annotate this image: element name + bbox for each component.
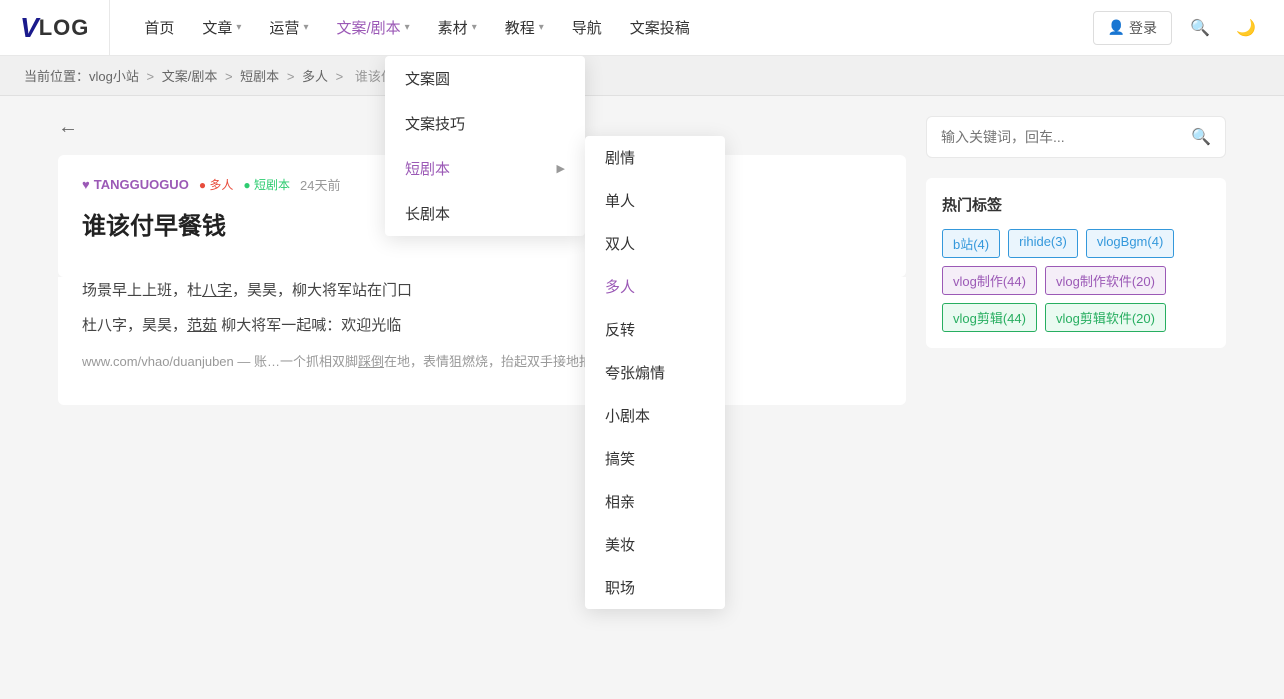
- breadcrumb-short-script[interactable]: 短剧本: [240, 69, 279, 84]
- hot-tags-title: 热门标签: [942, 194, 1210, 215]
- breadcrumb-multi[interactable]: 多人: [302, 69, 328, 84]
- tag-vlogmake-soft[interactable]: vlog制作软件(20): [1045, 266, 1166, 295]
- article-body: 场景早上上班，杜八字，昊昊，柳大将军站在门口 杜八字，昊昊，范茹 柳大将军一起喊…: [58, 277, 906, 405]
- article-para-2: 杜八字，昊昊，范茹 柳大将军一起喊：欢迎光临: [82, 312, 882, 341]
- search-box: 🔍: [926, 116, 1226, 158]
- nav-material[interactable]: 素材 ▾: [424, 0, 491, 55]
- main-nav: 首页 文章 ▾ 运营 ▾ 文案/剧本 ▾ 素材 ▾ 教程 ▾ 导航 文案投稿: [130, 0, 1092, 55]
- sub-item-funny[interactable]: 搞笑: [585, 437, 725, 480]
- sub-item-double[interactable]: 双人: [585, 222, 725, 265]
- tag-rihide[interactable]: rihide(3): [1008, 229, 1078, 258]
- nav-tutorial[interactable]: 教程 ▾: [491, 0, 558, 55]
- back-arrow-icon: ←: [58, 116, 78, 139]
- logo[interactable]: V LOG: [20, 0, 110, 55]
- header: V LOG 首页 文章 ▾ 运营 ▾ 文案/剧本 ▾ 素材 ▾ 教程 ▾ 导航: [0, 0, 1284, 56]
- tag-vlogbgm[interactable]: vlogBgm(4): [1086, 229, 1174, 258]
- hot-tags-card: 热门标签 b站(4) rihide(3) vlogBgm(4) vlog制作(4…: [926, 178, 1226, 348]
- chevron-down-icon: ▾: [236, 22, 241, 33]
- tag-vlogmake[interactable]: vlog制作(44): [942, 266, 1037, 295]
- dropdown-copy-menu: 文案圆 文案技巧 短剧本 ▶ 长剧本: [385, 56, 585, 236]
- logo-log: LOG: [39, 15, 90, 41]
- breadcrumb-copy[interactable]: 文案/剧本: [162, 69, 218, 84]
- dropdown-sub-menu: 剧情 单人 双人 多人 反转 夸张煽情 小剧本 搞笑 相亲 美妆 职场: [585, 136, 725, 609]
- article-author: ♥ TANGGUOGUO: [82, 177, 189, 192]
- theme-icon: 🌙: [1236, 18, 1256, 38]
- search-input[interactable]: [941, 129, 1191, 145]
- nav-article[interactable]: 文章 ▾: [188, 0, 255, 55]
- dropdown-item-copy-skills[interactable]: 文案技巧: [385, 101, 585, 146]
- breadcrumb-sep4: >: [336, 69, 347, 84]
- breadcrumb: 当前位置：vlog小站 > 文案/剧本 > 短剧本 > 多人 > 谁该付早餐钱: [0, 56, 1284, 96]
- tags-grid: b站(4) rihide(3) vlogBgm(4) vlog制作(44) vl…: [942, 229, 1210, 332]
- chevron-down-icon: ▾: [303, 22, 308, 33]
- tag-multi[interactable]: ● 多人: [199, 176, 234, 193]
- sidebar: 🔍 热门标签 b站(4) rihide(3) vlogBgm(4) vlog制作…: [926, 116, 1226, 405]
- chevron-down-icon: ▾: [539, 22, 544, 33]
- dropdown-item-long-script[interactable]: 长剧本: [385, 191, 585, 236]
- logo-v: V: [20, 12, 39, 44]
- login-button[interactable]: 👤 登录: [1093, 11, 1172, 45]
- sub-item-twist[interactable]: 反转: [585, 308, 725, 351]
- name-bazhi: 八字: [202, 282, 232, 299]
- theme-toggle-button[interactable]: 🌙: [1228, 10, 1264, 46]
- sub-item-plot[interactable]: 剧情: [585, 136, 725, 179]
- dropdown-item-short-script[interactable]: 短剧本 ▶: [385, 146, 585, 191]
- sub-item-multi[interactable]: 多人: [585, 265, 725, 308]
- chevron-down-icon: ▾: [472, 22, 477, 33]
- header-search-button[interactable]: 🔍: [1182, 10, 1218, 46]
- breadcrumb-sep3: >: [287, 69, 298, 84]
- breadcrumb-sep: >: [146, 69, 157, 84]
- chevron-right-icon: ▶: [557, 162, 565, 175]
- breadcrumb-sep2: >: [225, 69, 236, 84]
- heart-icon: ♥: [82, 177, 90, 192]
- search-icon: 🔍: [1190, 18, 1210, 38]
- sub-item-exaggerated[interactable]: 夸张煽情: [585, 351, 725, 394]
- tag-short-script[interactable]: ● 短剧本: [243, 176, 290, 193]
- article-para-continued: www.com/vhao/duanjuben — 账…一个抓相双脚踩倒在地，表情…: [82, 350, 882, 375]
- nav-copy[interactable]: 文案/剧本 ▾: [322, 0, 423, 55]
- sub-item-mini[interactable]: 小剧本: [585, 394, 725, 437]
- article-para-1: 场景早上上班，杜八字，昊昊，柳大将军站在门口: [82, 277, 882, 306]
- nav-operations[interactable]: 运营 ▾: [255, 0, 322, 55]
- sub-item-beauty[interactable]: 美妆: [585, 523, 725, 566]
- tag-vlogedit[interactable]: vlog剪辑(44): [942, 303, 1037, 332]
- sub-item-blind-date[interactable]: 相亲: [585, 480, 725, 523]
- breadcrumb-home[interactable]: 当前位置：vlog小站: [24, 69, 139, 84]
- header-right: 👤 登录 🔍 🌙: [1093, 10, 1264, 46]
- search-icon[interactable]: 🔍: [1191, 127, 1211, 147]
- user-icon: 👤: [1108, 19, 1125, 36]
- dropdown-item-copy-circle[interactable]: 文案圆: [385, 56, 585, 101]
- nav-submit[interactable]: 文案投稿: [616, 0, 704, 55]
- name-fangru: 范茹: [187, 317, 217, 334]
- sub-item-single[interactable]: 单人: [585, 179, 725, 222]
- chevron-down-icon: ▾: [405, 22, 410, 33]
- nav-home[interactable]: 首页: [130, 0, 188, 55]
- nav-nav[interactable]: 导航: [558, 0, 616, 55]
- article-time: 24天前: [300, 175, 340, 194]
- sub-item-workplace[interactable]: 职场: [585, 566, 725, 609]
- tag-bzhan[interactable]: b站(4): [942, 229, 1000, 258]
- back-button[interactable]: ←: [58, 116, 78, 139]
- tag-vlogedit-soft[interactable]: vlog剪辑软件(20): [1045, 303, 1166, 332]
